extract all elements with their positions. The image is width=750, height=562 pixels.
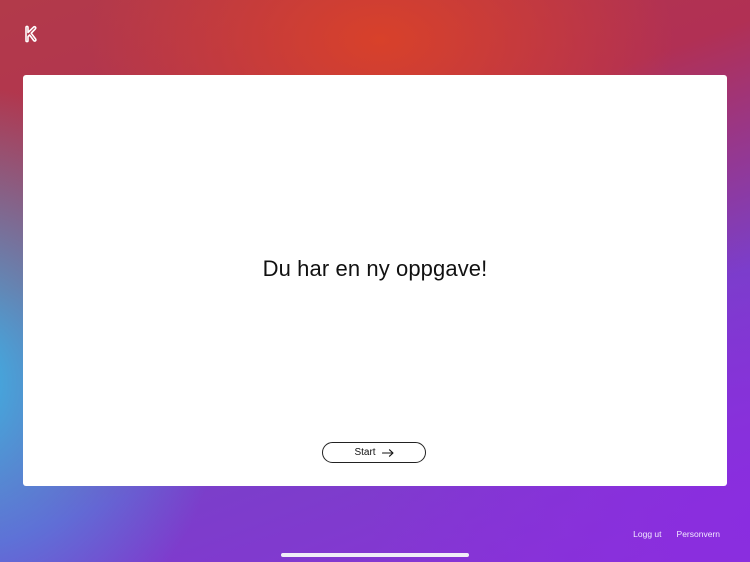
home-indicator[interactable] xyxy=(281,553,469,557)
start-button-label: Start xyxy=(354,447,376,458)
task-headline: Du har en ny oppgave! xyxy=(262,256,488,281)
logout-link[interactable]: Logg ut xyxy=(633,529,661,539)
app-screen: Du har en ny oppgave! Start Logg ut Pers… xyxy=(0,0,750,562)
start-button[interactable]: Start xyxy=(322,442,426,463)
task-card: Du har en ny oppgave! Start xyxy=(23,75,727,486)
footer-links: Logg ut Personvern xyxy=(633,529,720,539)
privacy-link[interactable]: Personvern xyxy=(677,529,720,539)
arrow-right-icon xyxy=(381,448,394,457)
k-logo-icon xyxy=(22,24,40,44)
